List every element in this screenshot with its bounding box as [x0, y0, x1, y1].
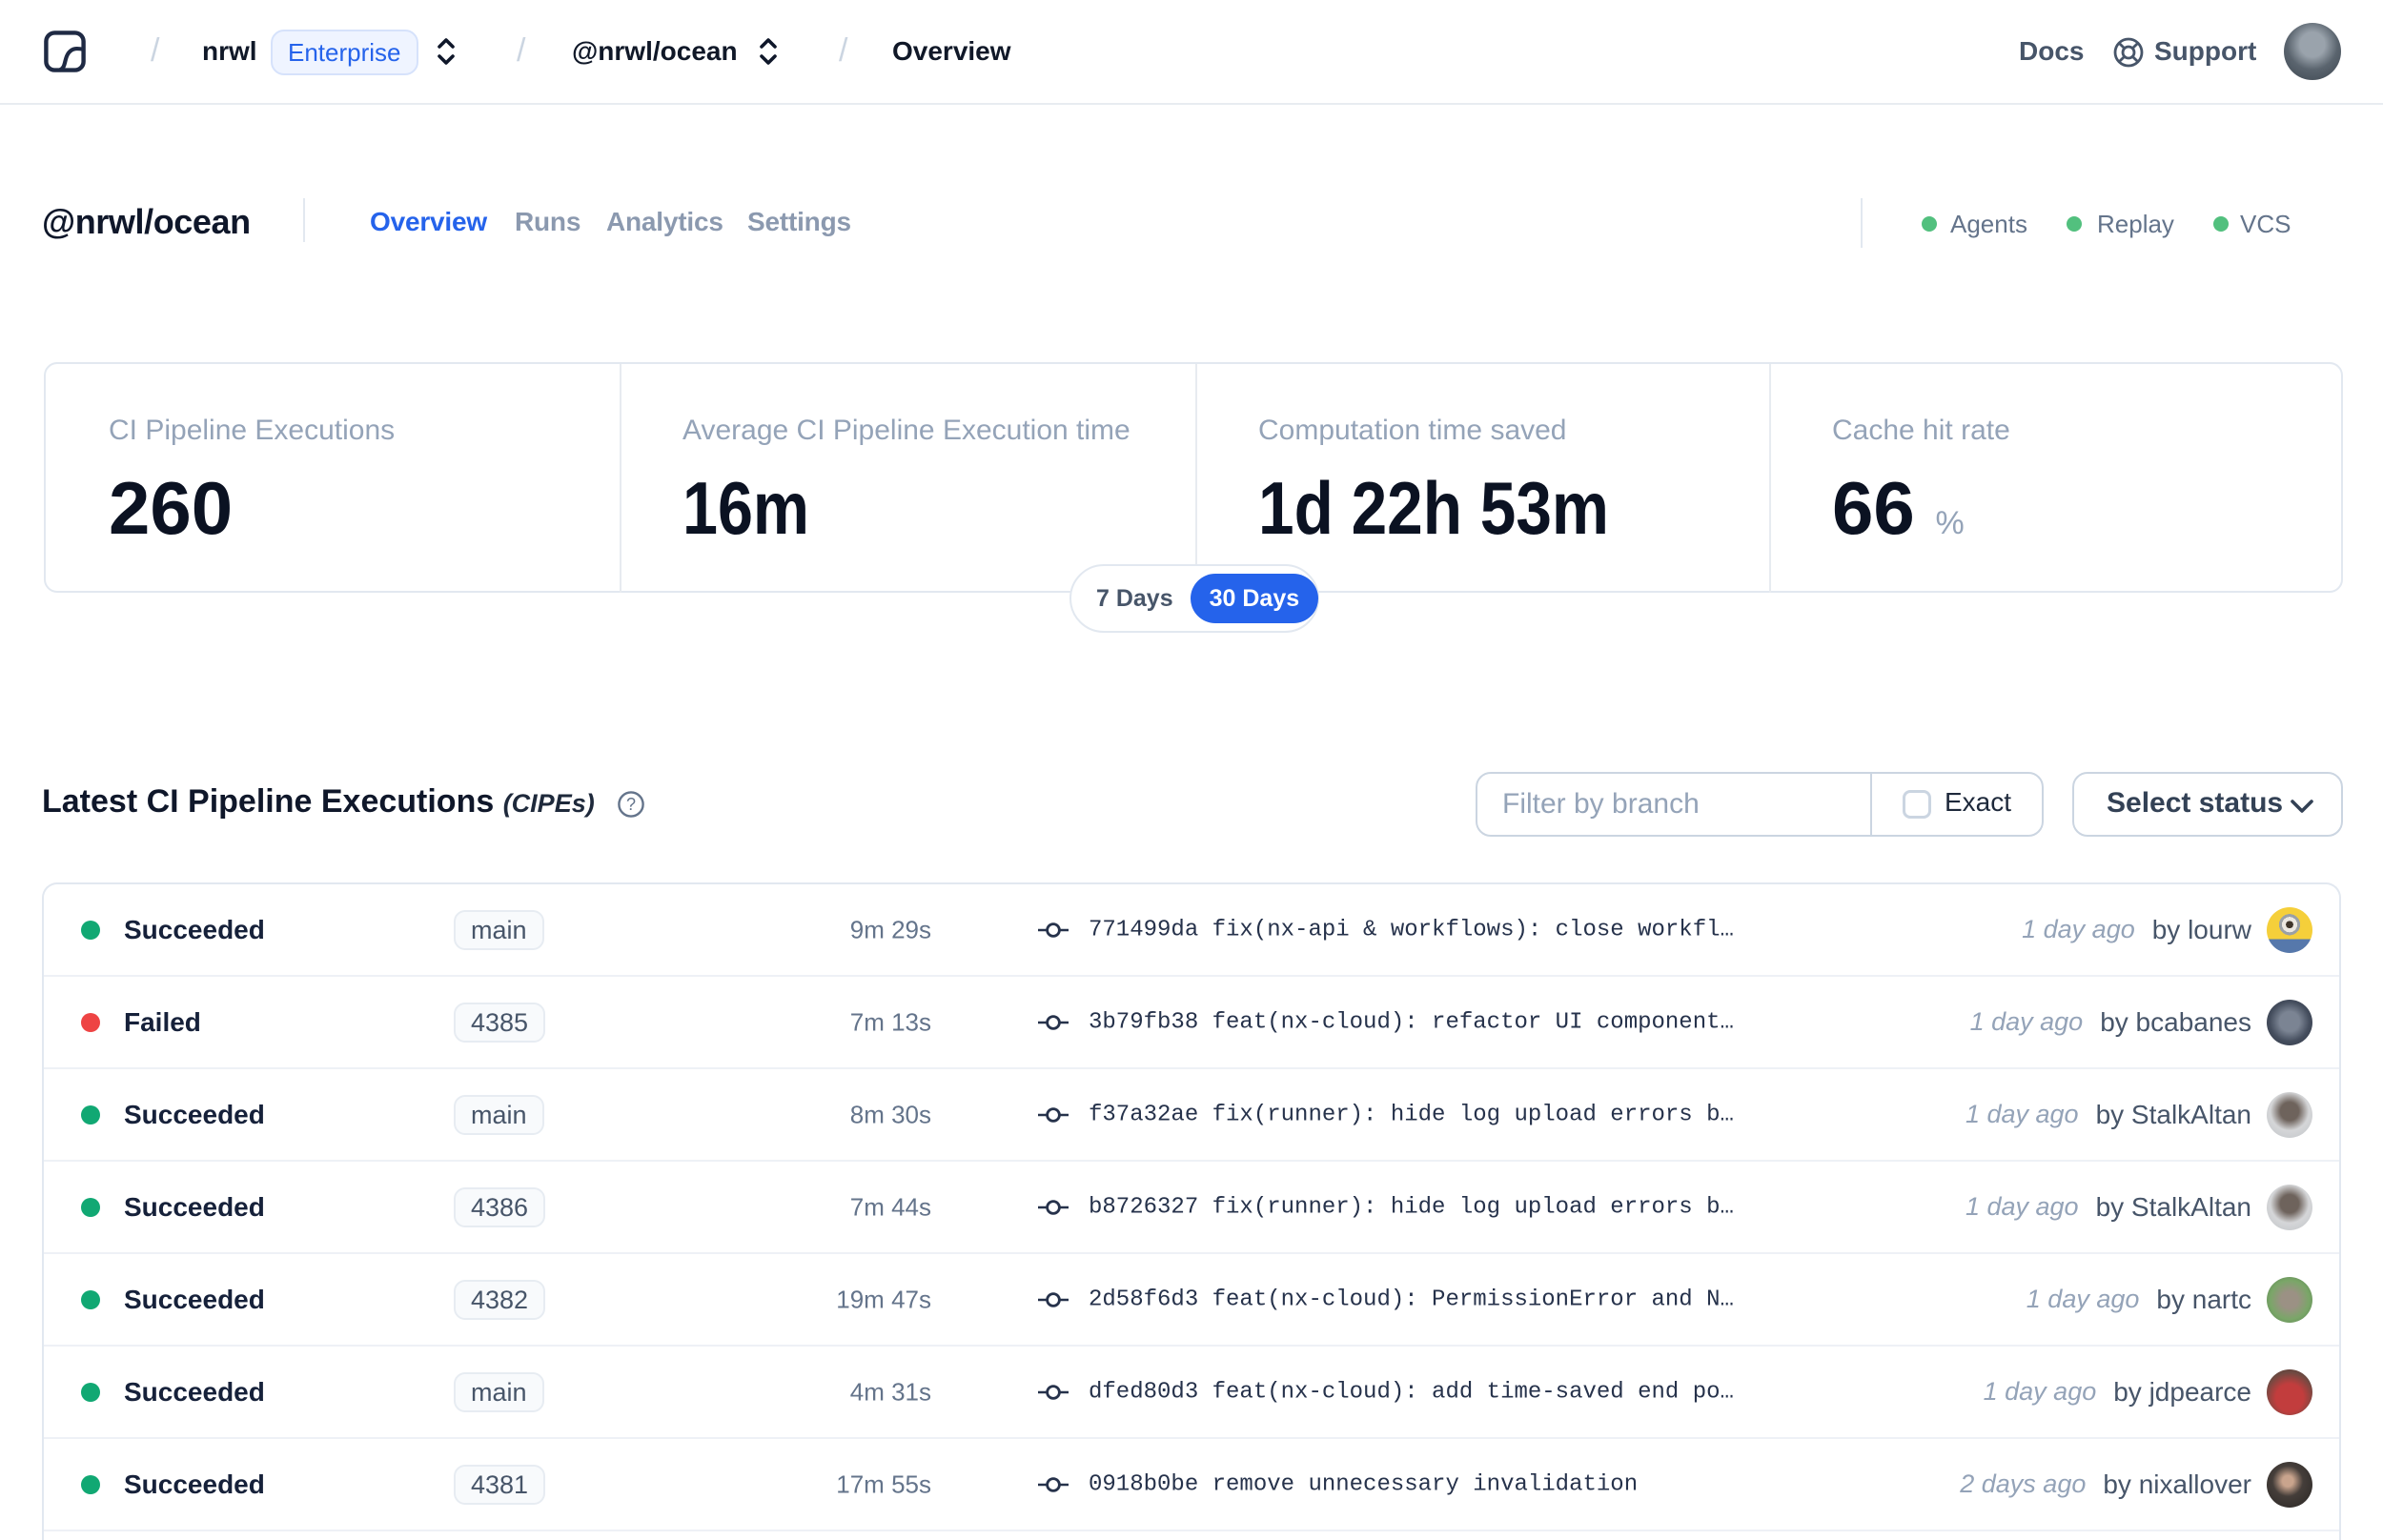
svg-text:?: ?	[626, 795, 636, 814]
